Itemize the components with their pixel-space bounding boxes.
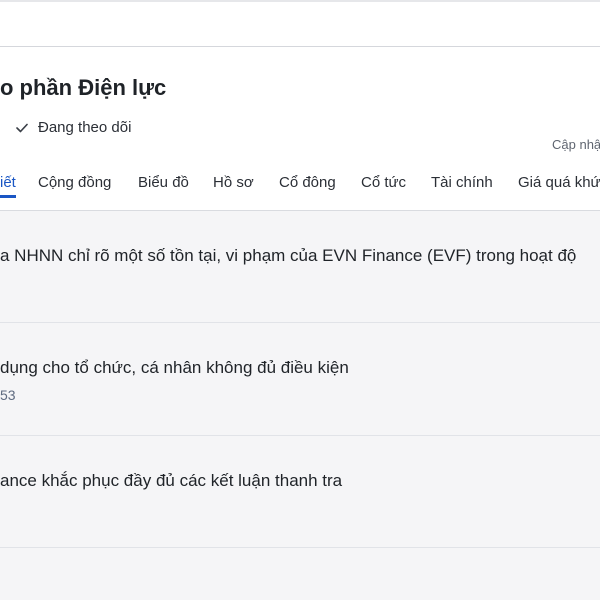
tab-dividends[interactable]: Cổ tức: [361, 174, 406, 210]
news-divider: [0, 435, 600, 436]
update-timestamp-label: Cập nhậ: [552, 137, 600, 152]
tab-chart[interactable]: Biểu đồ: [138, 174, 189, 210]
tab-detail[interactable]: iết: [0, 174, 16, 210]
news-meta: 53: [0, 387, 16, 403]
tab-price-history[interactable]: Giá quá khứ: [518, 174, 600, 210]
tab-shareholders[interactable]: Cổ đông: [279, 174, 336, 210]
news-title[interactable]: dụng cho tổ chức, cá nhân không đủ điều …: [0, 358, 349, 378]
tab-profile[interactable]: Hồ sơ: [213, 174, 254, 210]
browser-top-area: [0, 0, 600, 47]
tab-community[interactable]: Cộng đồng: [38, 174, 111, 210]
follow-button[interactable]: Đang theo dõi: [16, 119, 131, 136]
news-title[interactable]: a NHNN chỉ rõ một số tồn tại, vi phạm củ…: [0, 246, 576, 266]
checkmark-icon: [16, 123, 28, 132]
news-title[interactable]: ance khắc phục đầy đủ các kết luận thanh…: [0, 471, 342, 491]
tab-bar: iết Cộng đồng Biểu đồ Hồ sơ Cổ đông Cổ t…: [0, 174, 600, 210]
active-tab-indicator: [0, 195, 16, 198]
follow-label: Đang theo dõi: [38, 119, 132, 136]
top-divider: [0, 0, 600, 2]
news-divider: [0, 322, 600, 323]
news-divider: [0, 547, 600, 548]
company-title: o phần Điện lực: [0, 75, 167, 100]
stock-header: o phần Điện lực Đang theo dõi Cập nhậ iế…: [0, 47, 600, 211]
tab-finance[interactable]: Tài chính: [431, 174, 493, 210]
